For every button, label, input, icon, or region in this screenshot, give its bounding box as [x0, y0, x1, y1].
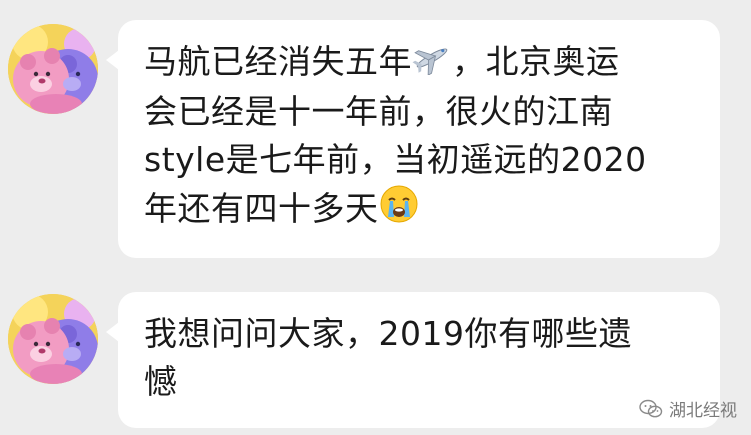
crying-face-icon [379, 184, 419, 237]
message-bubble-2[interactable]: 我想问问大家，2019你有哪些遗 憾 [106, 292, 720, 428]
message-line: 会已经是十一年前，很火的江南 [144, 91, 613, 131]
message-line: 年还有四十多天 [144, 184, 694, 237]
message-line: 我想问问大家，2019你有哪些遗 [144, 314, 632, 353]
watermark: 湖北经视 [639, 396, 737, 421]
message-text: 年还有四十多天 [144, 188, 379, 228]
message-line: style是七年前，当初遥远的2020 [144, 139, 647, 179]
message-text: 马航已经消失五年 [144, 42, 412, 81]
care-bears-avatar-icon [8, 24, 98, 114]
avatar[interactable] [8, 24, 98, 114]
message-line: 马航已经消失五年 ，北京奥运 [144, 38, 694, 88]
care-bears-avatar-icon [8, 294, 98, 384]
watermark-text: 湖北经视 [669, 401, 737, 421]
message-text: ，北京奥运 [452, 42, 620, 81]
avatar[interactable] [8, 294, 98, 384]
wechat-icon [639, 399, 663, 417]
airplane-icon [412, 40, 452, 88]
message-line: 憾 [144, 362, 178, 401]
message-bubble-1[interactable]: 马航已经消失五年 ，北京奥运 会已经是十一年前，很火的江南 style是七年前，… [106, 20, 720, 258]
